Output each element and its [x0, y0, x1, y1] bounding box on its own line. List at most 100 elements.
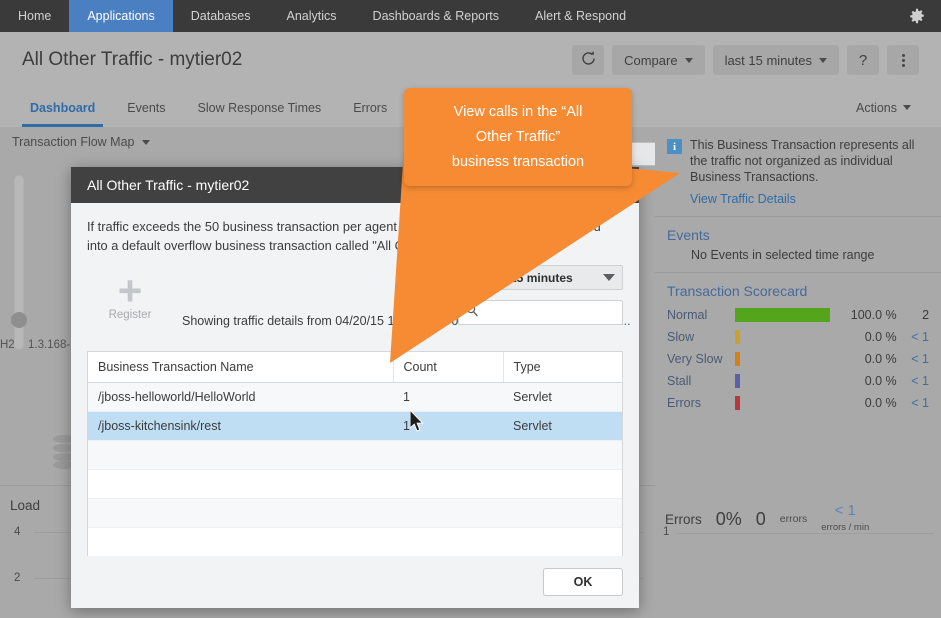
- scorecard-percent: 0.0 %: [864, 374, 897, 388]
- callout-bubble: View calls in the “All Other Traffic” bu…: [404, 88, 632, 186]
- sidebar-info-section: i This Business Transaction represents a…: [655, 127, 941, 217]
- table-row-empty: [88, 498, 622, 528]
- scorecard-row: Errors 0.0 % < 1: [667, 392, 929, 414]
- table-row-empty: [88, 440, 622, 470]
- app-root: Home Applications Databases Analytics Da…: [0, 0, 941, 618]
- chevron-down-icon: [141, 139, 150, 145]
- table-cell-type: Servlet: [503, 411, 622, 441]
- register-button[interactable]: + Register: [101, 267, 159, 322]
- ok-button[interactable]: OK: [543, 568, 623, 596]
- more-options-button[interactable]: [887, 45, 919, 75]
- flowmap-node-label-version: 1.3.168-n: [28, 339, 77, 351]
- view-traffic-details-link[interactable]: View Traffic Details: [690, 192, 929, 206]
- scorecard-row-label: Stall: [667, 374, 692, 388]
- scorecard-bar: [734, 330, 740, 344]
- table-cell-empty: [88, 498, 393, 528]
- scorecard-rows: Normal 100.0 % 2 Slow 0.0 % < 1 Very Slow 0.0 %…: [667, 304, 929, 414]
- tab-dashboard[interactable]: Dashboard: [14, 88, 111, 127]
- errors-count: 0: [755, 508, 766, 529]
- table-cell-empty: [503, 498, 622, 528]
- scorecard-bar-track: [734, 352, 846, 366]
- chevron-down-icon: [903, 105, 911, 110]
- table-cell-empty: [393, 440, 503, 470]
- errors-rate: < 1 errors / min: [821, 503, 869, 535]
- topnav-spacer: [644, 0, 893, 32]
- actions-menu[interactable]: Actions: [840, 88, 927, 127]
- compare-button[interactable]: Compare: [612, 45, 705, 75]
- topnav-item-home[interactable]: Home: [0, 0, 69, 32]
- table-cell-empty: [503, 527, 622, 557]
- table-cell-empty: [393, 527, 503, 557]
- load-ytick-2: 2: [14, 572, 21, 584]
- chevron-down-icon: [819, 57, 827, 63]
- scorecard-row-label: Errors: [667, 396, 702, 410]
- tab-events[interactable]: Events: [111, 88, 181, 127]
- errors-label: Errors: [665, 511, 702, 527]
- column-header-name[interactable]: Business Transaction Name: [88, 352, 394, 383]
- table-cell-count: 1: [393, 382, 503, 412]
- sidebar-info-row: i This Business Transaction represents a…: [667, 137, 929, 185]
- callout-line-1: View calls in the “All: [453, 103, 583, 120]
- table-body: /jboss-helloworld/HelloWorld 1 Servlet/jbo…: [88, 382, 622, 557]
- mouse-cursor: [410, 410, 424, 432]
- table-cell-empty: [393, 498, 503, 528]
- scorecard-row: Slow 0.0 % < 1: [667, 326, 929, 348]
- timerange-selector[interactable]: last 15 minutes: [712, 45, 839, 75]
- scorecard-percent: 0.0 %: [864, 352, 897, 366]
- errors-count-unit: errors: [779, 513, 808, 525]
- callout-text: View calls in the “All Other Traffic” bu…: [438, 100, 598, 175]
- table-cell-name: /jboss-kitchensink/rest: [88, 411, 393, 441]
- scorecard-percent: 0.0 %: [864, 330, 897, 344]
- topnav-item-alert-respond[interactable]: Alert & Respond: [517, 0, 644, 32]
- kebab-icon: [901, 53, 905, 67]
- table-row[interactable]: /jboss-helloworld/HelloWorld 1 Servlet: [88, 382, 622, 412]
- errors-summary-strip: Errors 0% 0 errors < 1 errors / min: [655, 490, 941, 548]
- table-row-empty: [88, 469, 622, 499]
- scorecard-count: < 1: [911, 396, 930, 410]
- flowmap-zoom-handle[interactable]: [11, 312, 27, 328]
- refresh-button[interactable]: [572, 45, 605, 75]
- help-button[interactable]: ?: [847, 45, 879, 75]
- table-row[interactable]: /jboss-kitchensink/rest 1 Servlet: [88, 411, 622, 441]
- scorecard-bar-track: [734, 396, 846, 410]
- errors-axis-tick: 1: [663, 526, 670, 538]
- table-cell-empty: [88, 469, 393, 499]
- scorecard-bar-track: [734, 374, 846, 388]
- plus-icon: +: [117, 267, 143, 314]
- scorecard-count: < 1: [911, 374, 930, 388]
- events-empty-message: No Events in selected time range: [691, 248, 875, 262]
- page-title: All Other Traffic - mytier02: [22, 49, 243, 70]
- table-row-empty: [88, 527, 622, 557]
- scorecard-bar: [734, 396, 740, 410]
- topnav-item-databases[interactable]: Databases: [173, 0, 269, 32]
- dialog-footer: OK: [71, 556, 639, 608]
- topnav-item-applications[interactable]: Applications: [69, 0, 173, 32]
- scorecard-count: 2: [922, 308, 930, 322]
- topnav-item-dashboards-reports[interactable]: Dashboards & Reports: [355, 0, 517, 32]
- flowmap-panel-label: Transaction Flow Map: [12, 135, 135, 149]
- scorecard-row: Stall 0.0 % < 1: [667, 370, 929, 392]
- errors-gridline: [676, 533, 934, 534]
- help-label: ?: [858, 51, 868, 69]
- timerange-label: last 15 minutes: [724, 52, 812, 68]
- scorecard-percent: 100.0 %: [850, 308, 897, 322]
- scorecard-count: < 1: [911, 352, 930, 366]
- chevron-down-icon: [684, 57, 693, 63]
- scorecard-row: Normal 100.0 % 2: [667, 304, 929, 326]
- scorecard-percent: 0.0 %: [864, 396, 897, 410]
- settings-button[interactable]: [893, 0, 941, 32]
- tab-slow-response-times[interactable]: Slow Response Times: [182, 88, 338, 127]
- scorecard-bar-track: [734, 330, 846, 344]
- sidebar-info-text: This Business Transaction represents all…: [690, 138, 915, 184]
- compare-label: Compare: [624, 52, 678, 68]
- load-ytick-4: 4: [14, 526, 21, 538]
- scorecard-bar: [734, 374, 740, 388]
- scorecard-bar: [734, 352, 740, 366]
- scorecard-row: Very Slow 0.0 % < 1: [667, 348, 929, 370]
- errors-percent: 0%: [715, 508, 742, 529]
- table-cell-empty: [393, 469, 503, 499]
- business-transactions-table-wrapper: Business Transaction Name Count Type /jb…: [87, 351, 623, 566]
- refresh-icon: [580, 50, 597, 70]
- scorecard-count: < 1: [911, 330, 930, 344]
- topnav-item-analytics[interactable]: Analytics: [269, 0, 355, 32]
